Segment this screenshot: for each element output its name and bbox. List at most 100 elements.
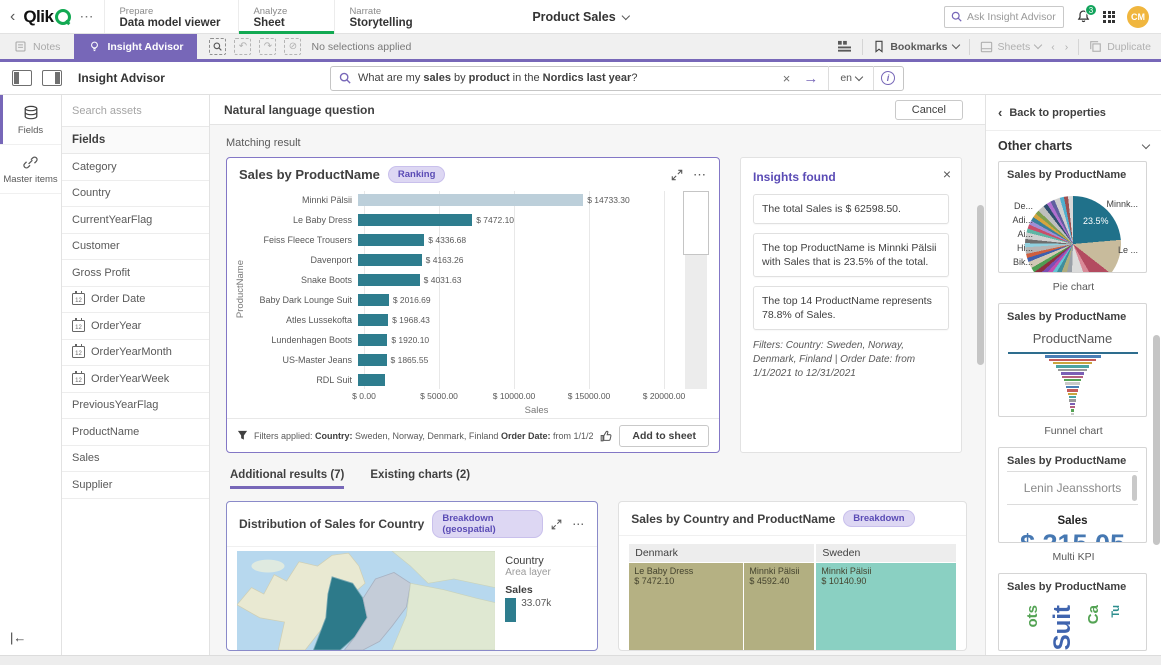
bar[interactable]: [358, 354, 387, 367]
tab-additional-results-7-[interactable]: Additional results (7): [230, 469, 345, 489]
nav-tab-analyze[interactable]: Analyze Sheet: [238, 0, 335, 34]
collapse-panel-icon[interactable]: |←: [0, 620, 61, 655]
word-cloud-word[interactable]: Tu: [1110, 605, 1122, 618]
insight-advisor-tab[interactable]: Insight Advisor: [74, 34, 198, 59]
tab-existing-charts-2-[interactable]: Existing charts (2): [370, 469, 470, 489]
funnel-chart-suggestion-card[interactable]: Sales by ProductName ProductName: [998, 303, 1147, 417]
field-item-orderyearmonth[interactable]: 12 OrderYearMonth: [62, 340, 209, 366]
treemap-visualization[interactable]: Denmark Le Baby Dress $ 7472.10 Minnki Päls…: [629, 544, 956, 650]
field-item-order-date[interactable]: 12 Order Date: [62, 287, 209, 313]
search-assets-input[interactable]: Search assets: [62, 95, 209, 127]
nav-tab-prepare[interactable]: Prepare Data model viewer: [104, 0, 238, 33]
app-title-dropdown[interactable]: Product Sales: [532, 0, 630, 34]
app-launcher-icon[interactable]: [1103, 10, 1115, 23]
field-item-sales[interactable]: Sales: [62, 446, 209, 472]
field-item-gross-profit[interactable]: Gross Profit: [62, 260, 209, 287]
bar-row[interactable]: RDL Suit: [246, 372, 679, 389]
main-scrollbar[interactable]: [977, 205, 984, 365]
field-item-previousyearflag[interactable]: PreviousYearFlag: [62, 393, 209, 419]
duplicate-button[interactable]: Duplicate: [1089, 40, 1151, 53]
back-icon[interactable]: ‹: [8, 8, 17, 26]
multi-kpi-suggestion-card[interactable]: Sales by ProductName Lenin Jeansshorts S…: [998, 446, 1147, 544]
bar-row[interactable]: US-Master Jeans $ 1865.55: [246, 352, 679, 369]
expand-icon[interactable]: [671, 169, 683, 181]
bar[interactable]: [358, 273, 420, 286]
bar-row[interactable]: Atles Lussekofta $ 1968.43: [246, 312, 679, 329]
bar[interactable]: [358, 314, 389, 327]
global-search-input[interactable]: Ask Insight Advisor: [944, 5, 1064, 28]
bar[interactable]: [358, 334, 388, 347]
notes-tab[interactable]: Notes: [0, 34, 74, 59]
nlq-search-input[interactable]: What are my sales by product in the Nord…: [330, 65, 904, 91]
word-cloud-word[interactable]: Ca: [1085, 605, 1102, 624]
bookmarks-dropdown[interactable]: Bookmarks: [873, 40, 960, 53]
treemap-cell[interactable]: Le Baby Dress $ 7472.10: [629, 563, 744, 650]
word-cloud-word[interactable]: Suit: [1049, 605, 1077, 650]
chart-minimap-scrollbar[interactable]: [683, 191, 709, 389]
insight-card[interactable]: The top 14 ProductName represents 78.8% …: [753, 286, 949, 330]
bar[interactable]: [358, 253, 422, 266]
bar-row[interactable]: Lundenhagen Boots $ 1920.10: [246, 332, 679, 349]
kpi-scrollbar[interactable]: [1132, 474, 1137, 501]
other-charts-section-header[interactable]: Other charts: [986, 131, 1161, 161]
field-item-country[interactable]: Country: [62, 181, 209, 207]
language-dropdown[interactable]: en: [836, 72, 866, 84]
minimap-viewport[interactable]: [683, 191, 709, 255]
treemap-cell[interactable]: Minnki Pälsii $ 10140.90: [816, 563, 956, 650]
smart-search-icon[interactable]: [209, 38, 227, 55]
bar[interactable]: [358, 233, 425, 246]
field-item-orderyear[interactable]: 12 OrderYear: [62, 313, 209, 340]
field-item-currentyearflag[interactable]: CurrentYearFlag: [62, 207, 209, 234]
map-visualization[interactable]: [237, 551, 496, 650]
word-cloud-word[interactable]: ots: [1024, 605, 1041, 628]
bar[interactable]: [358, 193, 584, 206]
field-item-supplier[interactable]: Supplier: [62, 472, 209, 499]
bar[interactable]: [358, 213, 473, 226]
add-to-sheet-button[interactable]: Add to sheet: [619, 424, 709, 447]
insight-card[interactable]: The top ProductName is Minnki Pälsii wit…: [753, 233, 949, 277]
insight-card[interactable]: The total Sales is $ 62598.50.: [753, 194, 949, 224]
qlik-logo[interactable]: Qlik: [23, 7, 72, 27]
bar-row[interactable]: Baby Dark Lounge Suit $ 2016.69: [246, 292, 679, 309]
sidebar-item-master-items[interactable]: Master items: [0, 145, 61, 194]
expand-icon[interactable]: [551, 519, 562, 530]
bar-chart-card[interactable]: Sales by ProductName Ranking ⋯ ProductNa…: [226, 157, 720, 453]
prev-sheet-button[interactable]: ‹: [1051, 41, 1055, 53]
avatar[interactable]: CM: [1127, 5, 1149, 28]
bar-row[interactable]: Le Baby Dress $ 7472.10: [246, 211, 679, 228]
clear-query-icon[interactable]: ×: [780, 71, 794, 86]
bar-row[interactable]: Minnki Pälsii $ 14733.30: [246, 191, 679, 208]
word-cloud-suggestion-card[interactable]: Sales by ProductName ots Suit Ca Tu: [998, 573, 1147, 651]
bar-row[interactable]: Snake Boots $ 4031.63: [246, 271, 679, 288]
close-icon[interactable]: ×: [943, 166, 951, 182]
properties-scrollbar[interactable]: [1153, 335, 1160, 545]
clear-selections-icon[interactable]: ⊘: [284, 38, 302, 55]
notifications-button[interactable]: 3: [1076, 4, 1097, 24]
toggle-right-panel-icon[interactable]: [42, 70, 62, 86]
treemap-chart-card[interactable]: Sales by Country and ProductName Breakdo…: [618, 501, 967, 651]
kpi-dimension-box[interactable]: Lenin Jeansshorts: [1007, 470, 1138, 505]
step-forward-icon[interactable]: ↷: [259, 38, 277, 55]
bar[interactable]: [358, 374, 386, 387]
sheets-dropdown[interactable]: Sheets: [980, 41, 1043, 53]
bar-row[interactable]: Davenport $ 4163.26: [246, 251, 679, 268]
field-item-orderyearweek[interactable]: 12 OrderYearWeek: [62, 366, 209, 393]
more-menu-icon[interactable]: ⋯: [79, 8, 94, 25]
info-icon[interactable]: i: [881, 71, 895, 85]
back-to-properties-button[interactable]: ‹ Back to properties: [986, 95, 1161, 131]
pie-chart-suggestion-card[interactable]: Sales by ProductName 23.5% De... Adi... Ai…: [998, 161, 1147, 274]
field-item-category[interactable]: Category: [62, 154, 209, 181]
map-chart-card[interactable]: Distribution of Sales for Country Breakd…: [226, 501, 599, 651]
cancel-button[interactable]: Cancel: [894, 99, 963, 120]
step-back-icon[interactable]: ↶: [234, 38, 252, 55]
bar[interactable]: [358, 294, 389, 307]
sidebar-item-fields[interactable]: Fields: [0, 95, 61, 145]
sheet-grid-icon[interactable]: [837, 40, 852, 53]
thumbs-up-icon[interactable]: [599, 429, 613, 443]
submit-query-icon[interactable]: →: [800, 70, 821, 87]
field-item-customer[interactable]: Customer: [62, 234, 209, 260]
chart-menu-icon[interactable]: ⋯: [693, 167, 707, 183]
nav-tab-narrate[interactable]: Narrate Storytelling: [334, 0, 430, 33]
toggle-left-panel-icon[interactable]: [12, 70, 32, 86]
field-item-productname[interactable]: ProductName: [62, 419, 209, 446]
